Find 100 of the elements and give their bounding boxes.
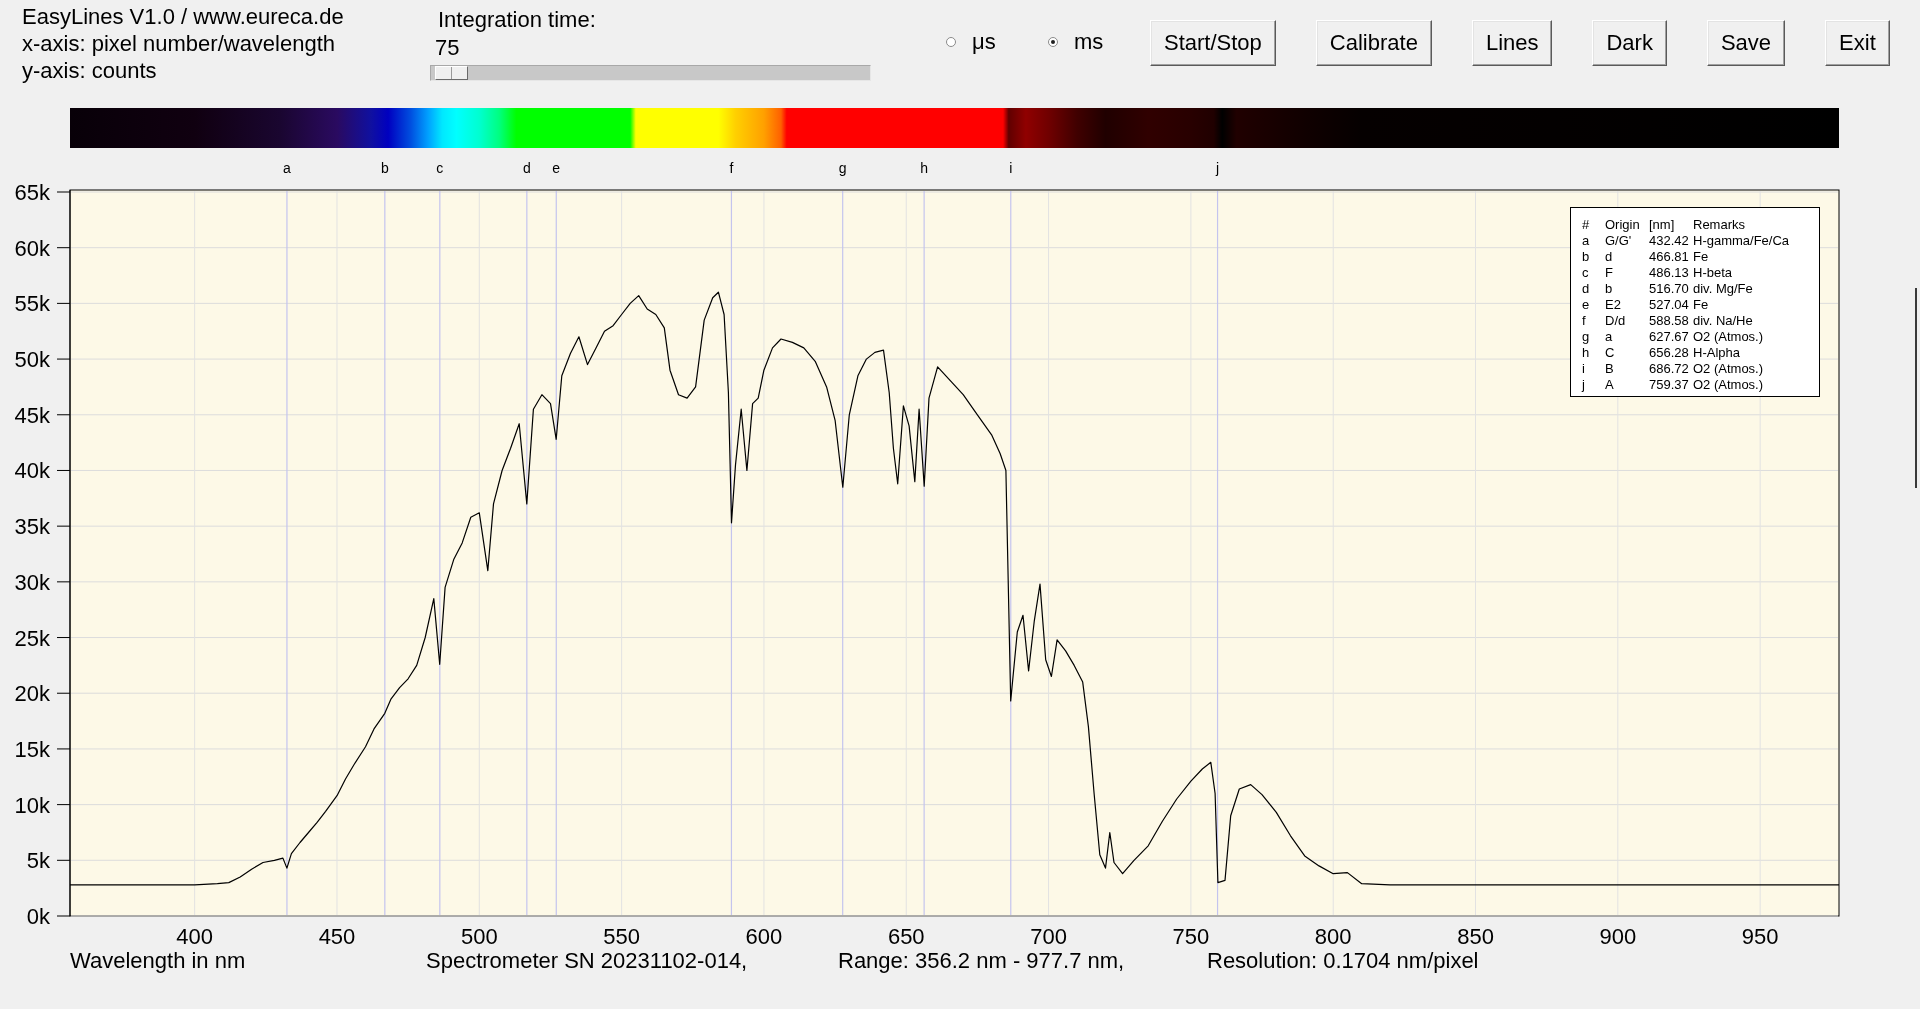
y-tick-label: 15k (14, 736, 50, 762)
legend-cell: g (1582, 329, 1590, 345)
y-tick-label: 50k (14, 347, 50, 373)
legend-header: Remarks (1693, 217, 1745, 233)
exit-button[interactable]: Exit (1825, 20, 1890, 66)
x-axis-title: Wavelength in nm (70, 950, 246, 972)
x-tick-label: 500 (460, 924, 498, 949)
legend-cell: G/G' (1605, 233, 1632, 249)
legend-cell: 627.67 (1649, 329, 1689, 345)
x-tick-label: 850 (1457, 924, 1494, 949)
y-tick-label: 55k (14, 291, 50, 317)
y-tick-label: 60k (14, 235, 50, 261)
legend-cell: 527.04 (1649, 297, 1689, 313)
legend-cell: div. Mg/Fe (1693, 281, 1753, 297)
start-stop-button[interactable]: Start/Stop (1150, 20, 1276, 66)
legend-cell: 686.72 (1649, 361, 1689, 377)
legend-cell: 656.28 (1649, 345, 1689, 361)
line-label: g (838, 160, 847, 176)
legend-cell: H-beta (1693, 265, 1733, 281)
x-tick-label: 900 (1599, 924, 1637, 949)
legend-cell: H-gamma/Fe/Ca (1693, 233, 1790, 249)
legend-cell: Fe (1693, 249, 1709, 265)
calibrate-button[interactable]: Calibrate (1315, 20, 1432, 66)
legend-cell: E2 (1605, 297, 1621, 313)
integration-time-value: 75 (435, 36, 460, 60)
legend-header: # (1582, 217, 1590, 233)
line-label: j (1216, 160, 1220, 176)
legend-cell: c (1582, 265, 1589, 281)
legend-cell: O2 (Atmos.) (1693, 329, 1764, 345)
dark-button[interactable]: Dark (1592, 20, 1667, 66)
legend-cell: f (1582, 313, 1586, 329)
axis-info-text: y-axis: counts (22, 57, 157, 84)
legend-cell: H-Alpha (1693, 345, 1740, 361)
x-tick-label: 750 (1172, 924, 1210, 949)
x-tick-label: 650 (887, 924, 925, 949)
line-label: f (729, 160, 734, 176)
legend-cell: h (1582, 345, 1590, 361)
integration-time-label: Integration time: (438, 8, 596, 32)
legend-cell: b (1582, 249, 1590, 265)
unit-radio-option[interactable]: ms (1048, 31, 1104, 53)
integration-slider-track[interactable] (430, 65, 871, 81)
status-text: Range: 356.2 nm - 977.7 nm, (838, 950, 1125, 972)
y-tick-label: 30k (14, 569, 50, 595)
line-label: c (436, 160, 444, 176)
legend-cell: O2 (Atmos.) (1693, 361, 1764, 377)
legend-cell: a (1582, 233, 1590, 249)
y-tick-label: 10k (14, 792, 50, 818)
legend-header: Origin (1605, 217, 1640, 233)
legend-cell: 486.13 (1649, 265, 1689, 281)
legend-cell: d (1582, 281, 1590, 297)
legend-cell: Fe (1693, 297, 1709, 313)
radio-icon[interactable] (1048, 37, 1058, 47)
y-tick-label: 20k (14, 681, 50, 707)
x-tick-label: 800 (1314, 924, 1352, 949)
legend-cell: 516.70 (1649, 281, 1689, 297)
radio-icon[interactable] (946, 37, 956, 47)
y-tick-label: 35k (14, 514, 50, 540)
legend-header: [nm] (1649, 217, 1675, 233)
legend-cell: C (1605, 345, 1615, 361)
line-label: d (522, 160, 531, 176)
legend-cell: e (1582, 297, 1590, 313)
x-tick-label: 400 (176, 924, 214, 949)
lines-button[interactable]: Lines (1471, 20, 1553, 66)
legend-cell: j (1582, 377, 1585, 393)
y-tick-label: 65k (14, 180, 50, 205)
status-text: Spectrometer SN 20231102-014, (426, 950, 748, 972)
axis-info-text: x-axis: pixel number/wavelength (22, 30, 336, 57)
legend-cell: d (1605, 249, 1613, 265)
legend-cell: div. Na/He (1693, 313, 1753, 329)
legend-cell: a (1605, 329, 1613, 345)
line-label: a (283, 160, 291, 176)
x-tick-label: 700 (1030, 924, 1067, 949)
line-label: b (380, 160, 389, 176)
y-tick-label: 0k (26, 904, 50, 929)
legend-cell: 588.58 (1649, 313, 1689, 329)
app-title: EasyLines V1.0 / www.eureca.de (22, 3, 344, 30)
legend-cell: D/d (1605, 313, 1626, 329)
x-tick-label: 600 (745, 924, 783, 949)
line-label: i (1009, 160, 1013, 176)
y-tick-label: 5k (26, 848, 50, 874)
line-label: h (920, 160, 929, 176)
status-text: Resolution: 0.1704 nm/pixel (1207, 950, 1479, 972)
x-tick-label: 450 (318, 924, 356, 949)
unit-radio-option[interactable]: μs (946, 31, 996, 53)
y-tick-label: 25k (14, 625, 50, 651)
legend-cell: O2 (Atmos.) (1693, 377, 1764, 393)
x-tick-label: 550 (603, 924, 640, 949)
y-tick-label: 40k (14, 458, 50, 484)
slider-thumb[interactable] (435, 66, 469, 80)
legend-cell: B (1605, 361, 1614, 377)
x-tick-label: 950 (1741, 924, 1779, 949)
legend-cell: b (1605, 281, 1613, 297)
save-button[interactable]: Save (1706, 20, 1786, 66)
y-tick-label: 45k (14, 402, 50, 428)
legend-cell: F (1605, 265, 1613, 281)
legend-cell: 432.42 (1649, 233, 1689, 249)
legend-cell: i (1582, 361, 1585, 377)
legend-cell: 466.81 (1649, 249, 1689, 265)
line-label: e (552, 160, 561, 176)
legend-cell: 759.37 (1649, 377, 1689, 393)
